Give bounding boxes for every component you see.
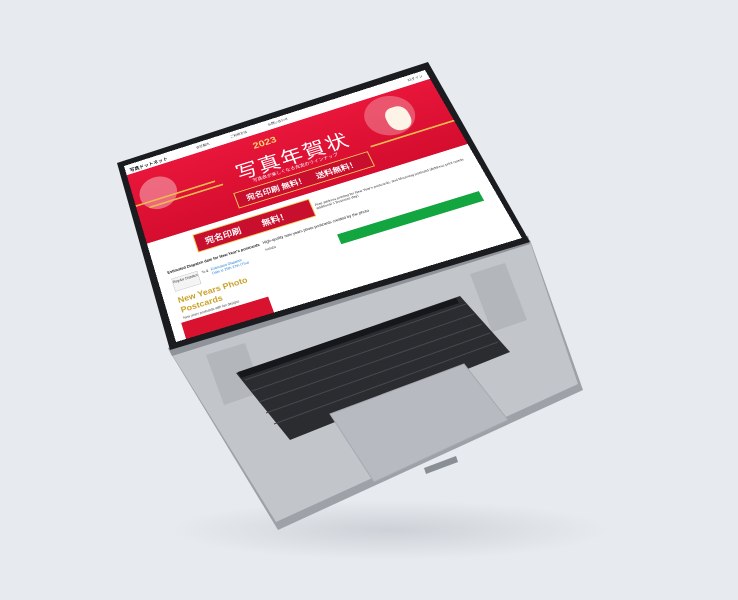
green-cta-bar[interactable]: [337, 191, 485, 245]
hq-subtitle: hotlabs: [264, 245, 277, 252]
promo-right: 無料！: [260, 211, 291, 229]
laptop-mockup-scene: 写真ドットネット 会社案内 ご利用方法 お問い合わせ ログイン 2023 写真年…: [0, 0, 738, 600]
to-label: To &: [201, 269, 210, 275]
promo-left: 宛名印刷: [203, 226, 243, 246]
